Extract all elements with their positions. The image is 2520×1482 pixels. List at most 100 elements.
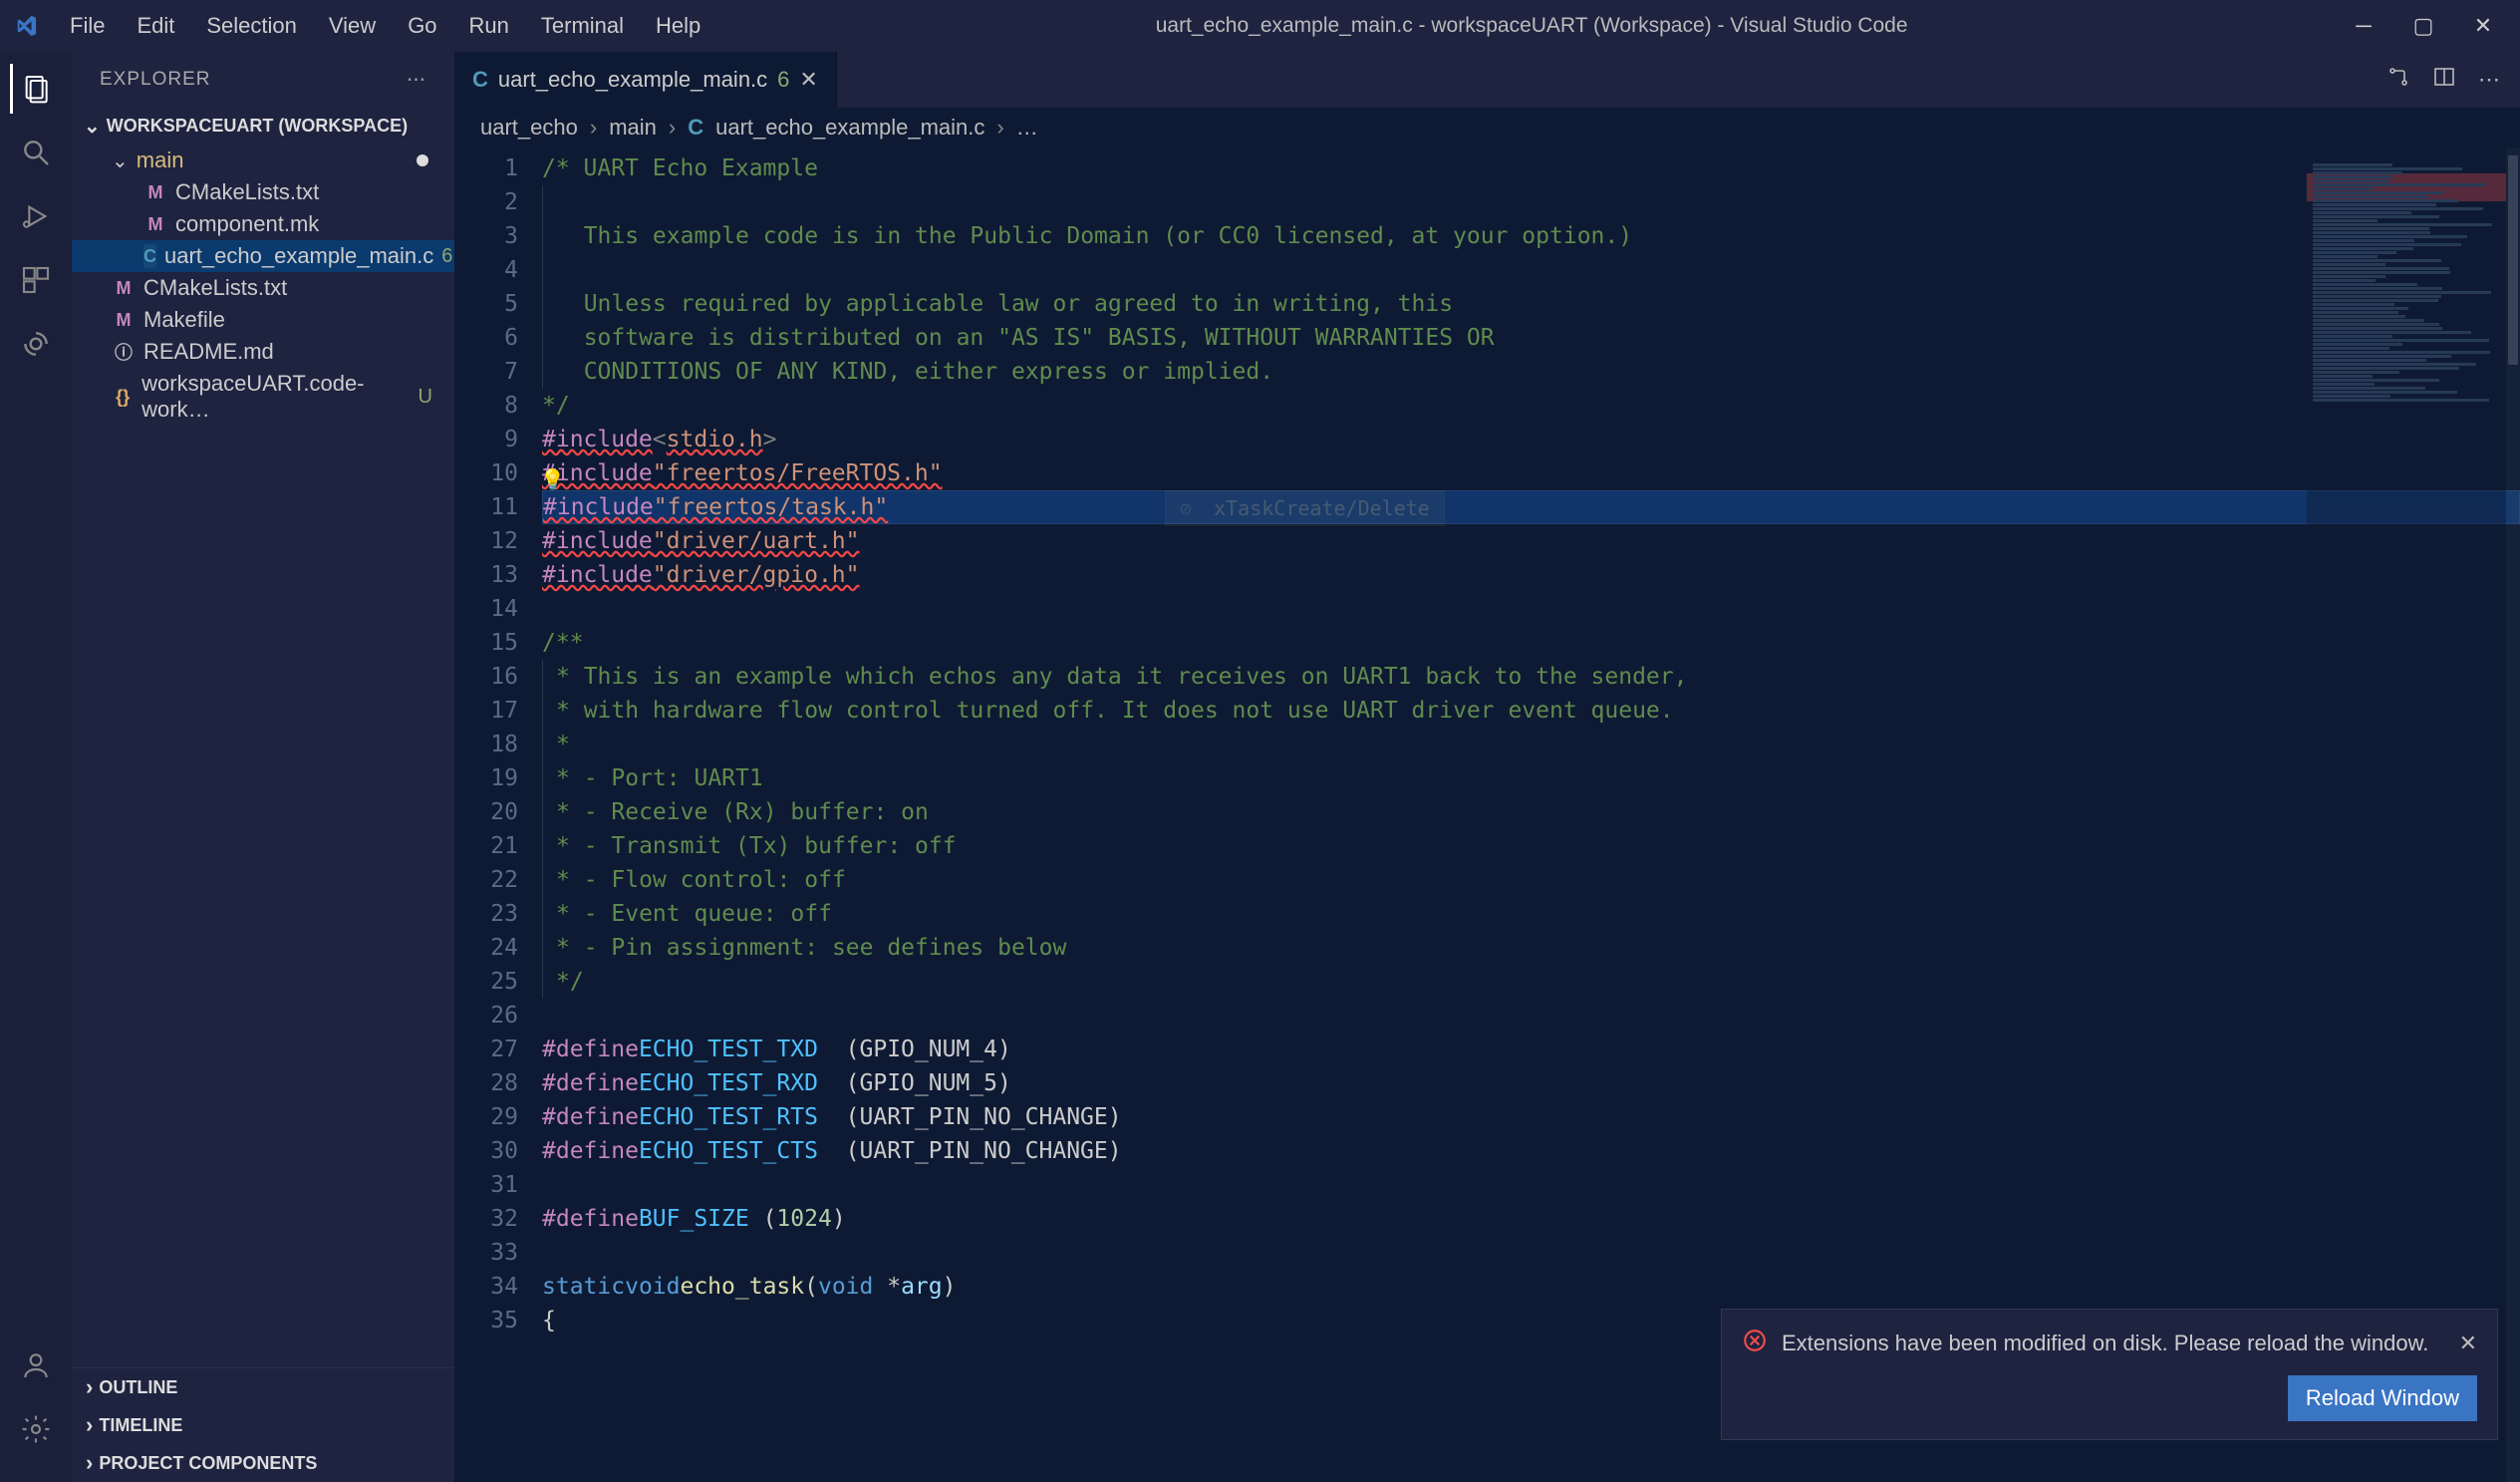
code-line[interactable]: /** [542, 626, 2520, 660]
more-icon[interactable]: ⋯ [407, 69, 426, 92]
code-line[interactable] [542, 1168, 2520, 1202]
file-type-icon: M [112, 276, 136, 300]
code-line[interactable]: * - Transmit (Tx) buffer: off [542, 829, 2520, 863]
editor-content[interactable]: 1234567891011121314151617181920212223242… [454, 148, 2520, 1482]
debug-icon[interactable] [11, 191, 61, 241]
code-line[interactable]: #include "driver/uart.h" [542, 524, 2520, 558]
breadcrumbs[interactable]: uart_echo›main›Cuart_echo_example_main.c… [454, 108, 2520, 148]
file-type-icon: ⓘ [112, 340, 136, 364]
close-icon[interactable]: ✕ [2459, 1331, 2477, 1356]
file-name: component.mk [175, 211, 319, 237]
maximize-button[interactable]: ▢ [2408, 11, 2438, 41]
reload-window-button[interactable]: Reload Window [2288, 1375, 2477, 1421]
code-line[interactable]: */ [542, 965, 2520, 999]
explorer-icon[interactable] [10, 64, 60, 114]
file-name: uart_echo_example_main.c [164, 243, 433, 269]
breadcrumb-item[interactable]: main [609, 115, 657, 141]
breadcrumb-item[interactable]: uart_echo [480, 115, 578, 141]
remote-icon[interactable] [11, 319, 61, 369]
code-line[interactable]: software is distributed on an "AS IS" BA… [542, 321, 2520, 355]
code-line[interactable]: This example code is in the Public Domai… [542, 219, 2520, 253]
settings-icon[interactable] [11, 1404, 61, 1454]
file-item[interactable]: MMakefile [72, 304, 454, 336]
file-item[interactable]: {}workspaceUART.code-work…U [72, 368, 454, 426]
code-line[interactable]: #include <stdio.h> [542, 423, 2520, 456]
breadcrumb-item[interactable]: … [1016, 115, 1038, 141]
section-project-components[interactable]: PROJECT COMPONENTS [72, 1444, 454, 1482]
menu-selection[interactable]: Selection [192, 7, 311, 45]
breadcrumb-item[interactable]: uart_echo_example_main.c [715, 115, 984, 141]
menu-help[interactable]: Help [642, 7, 714, 45]
account-icon[interactable] [11, 1340, 61, 1390]
code-line[interactable]: #include "driver/gpio.h" [542, 558, 2520, 592]
more-actions-icon[interactable]: ⋯ [2478, 67, 2500, 93]
code-line[interactable] [542, 253, 2520, 287]
section-timeline[interactable]: TIMELINE [72, 1406, 454, 1444]
file-item[interactable]: Mcomponent.mk [72, 208, 454, 240]
code-line[interactable]: CONDITIONS OF ANY KIND, either express o… [542, 355, 2520, 389]
line-number: 35 [454, 1304, 542, 1337]
workspace-header[interactable]: WORKSPACEUART (WORKSPACE) [72, 108, 454, 145]
close-icon[interactable]: ✕ [799, 67, 817, 93]
code-line[interactable] [542, 185, 2520, 219]
extensions-icon[interactable] [11, 255, 61, 305]
code-line[interactable] [542, 999, 2520, 1033]
file-badge: U [419, 386, 432, 409]
code-line[interactable]: #include "freertos/task.h"⊘ xTaskCreate/… [542, 490, 2520, 524]
menu-edit[interactable]: Edit [123, 7, 188, 45]
vscode-logo-icon [12, 12, 40, 40]
menu-file[interactable]: File [56, 7, 119, 45]
line-number: 10 [454, 456, 542, 490]
line-number: 11 [454, 490, 542, 524]
code-line[interactable]: * - Port: UART1 [542, 761, 2520, 795]
file-item[interactable]: ⓘREADME.md [72, 336, 454, 368]
code-line[interactable]: * - Event queue: off [542, 897, 2520, 931]
folder-name: main [137, 148, 184, 173]
code-line[interactable]: static void echo_task(void *arg) [542, 1270, 2520, 1304]
code-line[interactable] [542, 1236, 2520, 1270]
file-type-icon: {} [112, 385, 134, 409]
compare-changes-icon[interactable] [2386, 65, 2410, 95]
line-number: 4 [454, 253, 542, 287]
code-line[interactable]: #define BUF_SIZE (1024) [542, 1202, 2520, 1236]
line-number: 2 [454, 185, 542, 219]
code-line[interactable]: * [542, 728, 2520, 761]
minimap[interactable] [2307, 148, 2506, 1482]
code-area[interactable]: /* UART Echo Example This example code i… [542, 148, 2520, 1482]
search-icon[interactable] [11, 128, 61, 177]
code-line[interactable]: #define ECHO_TEST_RTS (UART_PIN_NO_CHANG… [542, 1100, 2520, 1134]
folder-item[interactable]: main [72, 145, 454, 176]
file-type-icon: M [143, 180, 167, 204]
code-line[interactable]: * - Receive (Rx) buffer: on [542, 795, 2520, 829]
menu-go[interactable]: Go [394, 7, 450, 45]
split-editor-icon[interactable] [2432, 65, 2456, 95]
section-outline[interactable]: OUTLINE [72, 1368, 454, 1406]
scrollbar-thumb[interactable] [2508, 155, 2518, 365]
code-line[interactable]: * - Pin assignment: see defines below [542, 931, 2520, 965]
code-line[interactable]: #define ECHO_TEST_TXD (GPIO_NUM_4) [542, 1033, 2520, 1066]
code-hint[interactable]: ⊘ xTaskCreate/Delete [1165, 490, 1445, 526]
menu-run[interactable]: Run [455, 7, 523, 45]
file-item[interactable]: Cuart_echo_example_main.c6 [72, 240, 454, 272]
notification-message: Extensions have been modified on disk. P… [1782, 1331, 2428, 1356]
code-line[interactable]: Unless required by applicable law or agr… [542, 287, 2520, 321]
code-line[interactable] [542, 592, 2520, 626]
code-line[interactable]: #define ECHO_TEST_CTS (UART_PIN_NO_CHANG… [542, 1134, 2520, 1168]
code-line[interactable]: /* UART Echo Example [542, 151, 2520, 185]
file-item[interactable]: MCMakeLists.txt [72, 176, 454, 208]
file-item[interactable]: MCMakeLists.txt [72, 272, 454, 304]
code-line[interactable]: * This is an example which echos any dat… [542, 660, 2520, 694]
menu-view[interactable]: View [315, 7, 390, 45]
file-badge: 6 [441, 245, 452, 268]
menu-terminal[interactable]: Terminal [527, 7, 638, 45]
editor-tab[interactable]: C uart_echo_example_main.c 6 ✕ [454, 52, 837, 108]
code-line[interactable]: * - Flow control: off [542, 863, 2520, 897]
vertical-scrollbar[interactable] [2506, 148, 2520, 1482]
code-line[interactable]: */ [542, 389, 2520, 423]
code-line[interactable]: 💡#include "freertos/FreeRTOS.h" [542, 456, 2520, 490]
minimize-button[interactable]: ─ [2349, 11, 2379, 41]
close-button[interactable]: ✕ [2468, 11, 2498, 41]
code-line[interactable]: #define ECHO_TEST_RXD (GPIO_NUM_5) [542, 1066, 2520, 1100]
code-line[interactable]: * with hardware flow control turned off.… [542, 694, 2520, 728]
chevron-right-icon: › [590, 115, 597, 141]
